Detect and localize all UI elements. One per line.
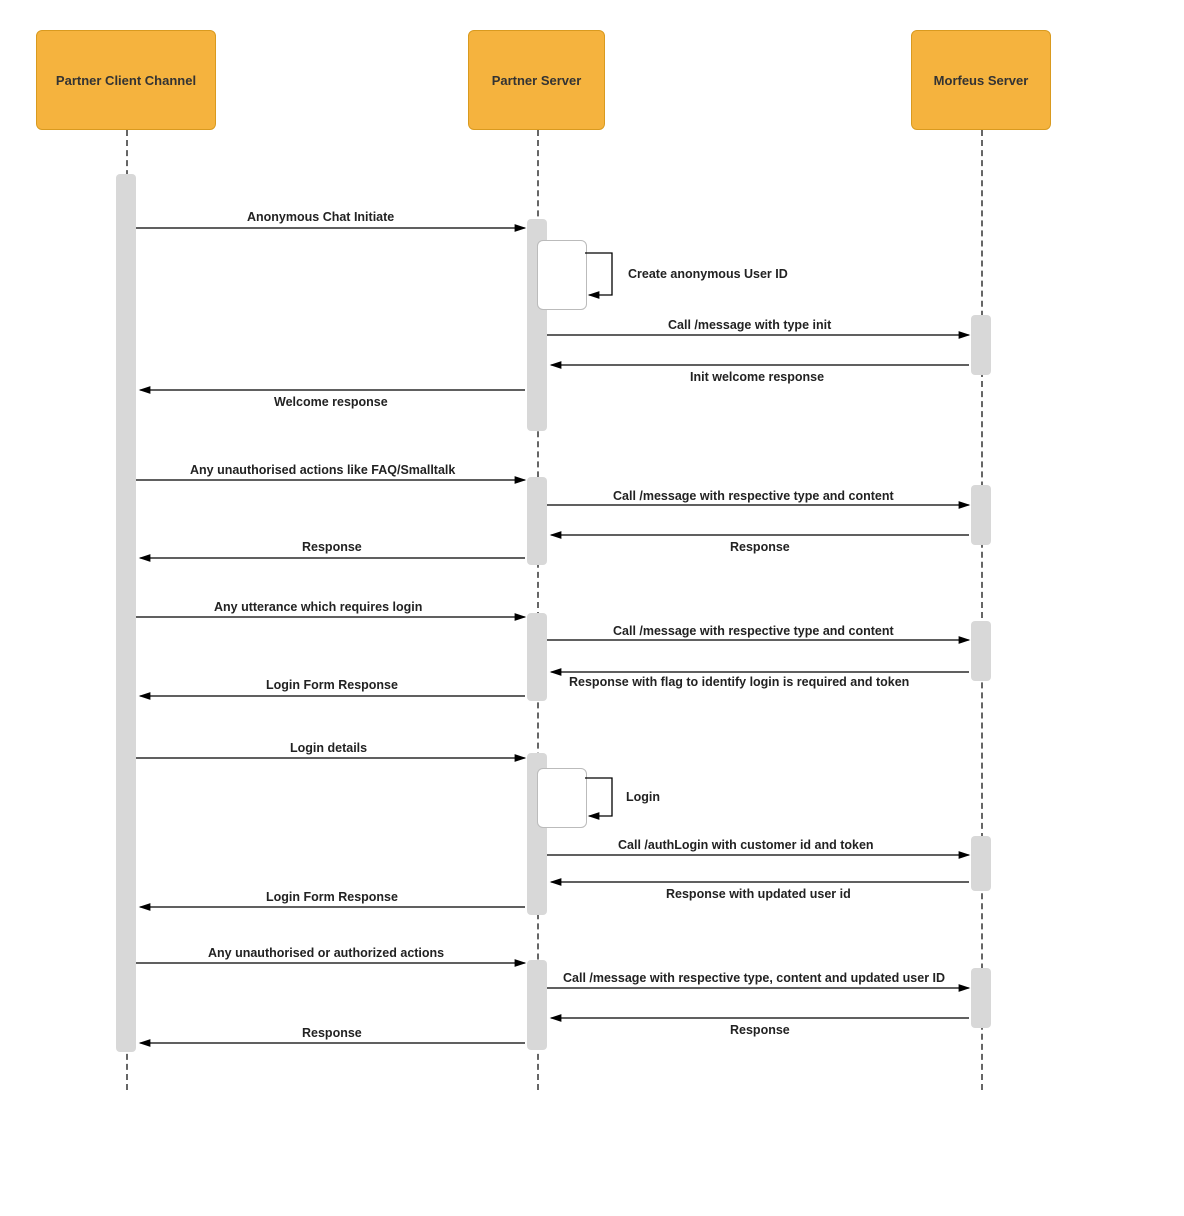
msg-call-message-init: Call /message with type init xyxy=(668,318,831,332)
msg-response-client-2: Response xyxy=(302,1026,362,1040)
participant-partner-label: Partner Server xyxy=(492,73,582,88)
self-box-create-userid xyxy=(537,240,587,310)
msg-response-login-required-token: Response with flag to identify login is … xyxy=(569,675,909,689)
msg-login: Login xyxy=(626,790,660,804)
activation-morfeus-3 xyxy=(971,621,991,681)
msg-call-message-updated-userid: Call /message with respective type, cont… xyxy=(563,971,945,985)
msg-login-form-response-1: Login Form Response xyxy=(266,678,398,692)
msg-response-1: Response xyxy=(730,540,790,554)
msg-unauthorised-faq: Any unauthorised actions like FAQ/Smallt… xyxy=(190,463,455,477)
msg-anonymous-chat-initiate: Anonymous Chat Initiate xyxy=(247,210,394,224)
participant-client: Partner Client Channel xyxy=(36,30,216,130)
msg-create-anonymous-userid: Create anonymous User ID xyxy=(628,267,788,281)
participant-partner: Partner Server xyxy=(468,30,605,130)
lifeline-morfeus xyxy=(981,130,983,1090)
msg-login-form-response-2: Login Form Response xyxy=(266,890,398,904)
msg-call-message-type-content-2: Call /message with respective type and c… xyxy=(613,624,894,638)
participant-morfeus-label: Morfeus Server xyxy=(934,73,1029,88)
msg-response-client-1: Response xyxy=(302,540,362,554)
msg-login-details: Login details xyxy=(290,741,367,755)
self-box-login xyxy=(537,768,587,828)
activation-morfeus-1 xyxy=(971,315,991,375)
activation-partner-2 xyxy=(527,477,547,565)
activation-morfeus-4 xyxy=(971,836,991,891)
participant-client-label: Partner Client Channel xyxy=(56,73,196,88)
activation-partner-3 xyxy=(527,613,547,701)
msg-response-updated-userid: Response with updated user id xyxy=(666,887,851,901)
activation-morfeus-5 xyxy=(971,968,991,1028)
arrows-layer xyxy=(0,0,1184,1216)
activation-client-main xyxy=(116,174,136,1052)
activation-morfeus-2 xyxy=(971,485,991,545)
msg-utterance-requires-login: Any utterance which requires login xyxy=(214,600,422,614)
msg-call-authlogin: Call /authLogin with customer id and tok… xyxy=(618,838,874,852)
msg-call-message-type-content-1: Call /message with respective type and c… xyxy=(613,489,894,503)
msg-welcome-response: Welcome response xyxy=(274,395,388,409)
activation-partner-5 xyxy=(527,960,547,1050)
msg-unauthorised-authorized-actions: Any unauthorised or authorized actions xyxy=(208,946,444,960)
msg-response-2: Response xyxy=(730,1023,790,1037)
participant-morfeus: Morfeus Server xyxy=(911,30,1051,130)
msg-init-welcome-response: Init welcome response xyxy=(690,370,824,384)
